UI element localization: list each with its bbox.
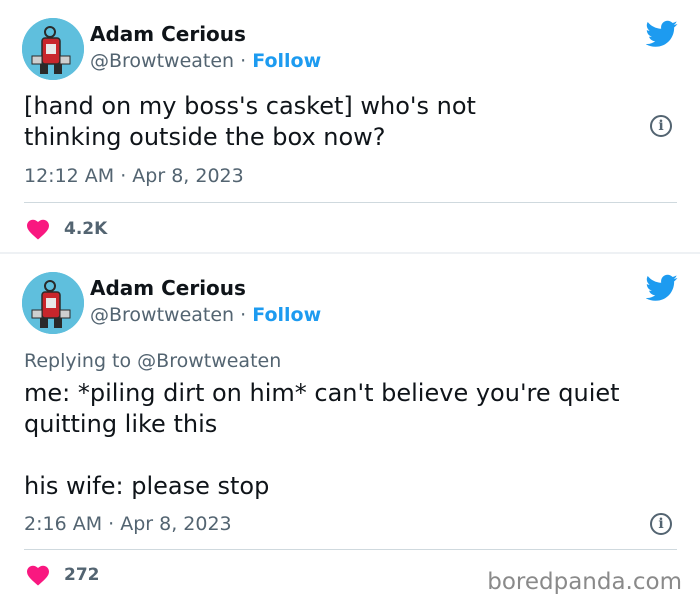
divider	[24, 202, 677, 203]
robot-avatar-icon	[22, 18, 84, 80]
twitter-bird-icon[interactable]	[646, 20, 678, 48]
avatar[interactable]	[22, 272, 84, 334]
author-handle[interactable]: @Browtweaten	[90, 304, 234, 326]
robot-avatar-icon	[22, 272, 84, 334]
tweet-card: Adam Cerious @Browtweaten · Follow Reply…	[0, 254, 700, 603]
handle-line: @Browtweaten · Follow	[90, 304, 321, 326]
handle-separator: ·	[234, 50, 253, 72]
handle-line: @Browtweaten · Follow	[90, 50, 321, 72]
avatar[interactable]	[22, 18, 84, 80]
info-icon[interactable]: i	[650, 513, 672, 535]
author-name[interactable]: Adam Cerious	[90, 22, 246, 46]
like-count: 4.2K	[64, 219, 108, 239]
tweet-card: Adam Cerious @Browtweaten · Follow [hand…	[0, 0, 700, 252]
author-name[interactable]: Adam Cerious	[90, 276, 246, 300]
tweet-text: me: *piling dirt on him* can't believe y…	[24, 379, 620, 500]
like-count: 272	[64, 565, 100, 585]
heart-icon[interactable]	[26, 218, 50, 240]
tweet-timestamp[interactable]: 12:12 AM · Apr 8, 2023	[24, 165, 244, 187]
author-handle[interactable]: @Browtweaten	[90, 50, 234, 72]
replying-to[interactable]: Replying to @Browtweaten	[24, 350, 281, 372]
divider	[24, 549, 677, 550]
twitter-bird-icon[interactable]	[646, 274, 678, 302]
follow-button[interactable]: Follow	[252, 50, 321, 72]
heart-icon[interactable]	[26, 564, 50, 586]
tweet-text: [hand on my boss's casket] who's not thi…	[24, 92, 476, 151]
info-icon[interactable]: i	[650, 115, 672, 137]
handle-separator: ·	[234, 304, 253, 326]
watermark: boredpanda.com	[487, 569, 682, 595]
follow-button[interactable]: Follow	[252, 304, 321, 326]
tweet-timestamp[interactable]: 2:16 AM · Apr 8, 2023	[24, 513, 232, 535]
